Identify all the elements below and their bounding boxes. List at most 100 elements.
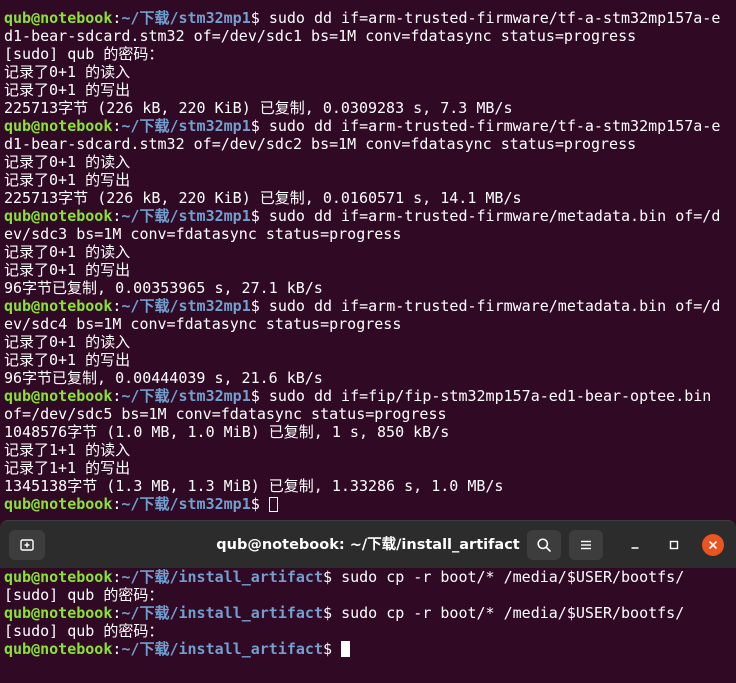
menu-button[interactable] (569, 530, 603, 560)
prompt-user: qub@notebook (4, 387, 113, 405)
terminal-output-top[interactable]: qub@notebook:~/下载/stm32mp1$ sudo dd if=a… (0, 9, 736, 517)
prompt-path: ~/下载/install_artifact (121, 568, 323, 586)
output-line: 记录了0+1 的写出 (4, 351, 736, 369)
prompt-line: qub@notebook:~/下载/install_artifact$ (4, 640, 736, 658)
prompt-line: qub@notebook:~/下载/stm32mp1$ (4, 495, 736, 513)
output-text: ev/sdc4 bs=1M conv=fdatasync status=prog… (4, 315, 402, 333)
prompt-line: qub@notebook:~/下载/stm32mp1$ sudo dd if=f… (4, 387, 736, 405)
output-line: 记录了0+1 的读入 (4, 63, 736, 81)
prompt-symbol: $ (323, 568, 342, 586)
new-tab-button[interactable] (9, 530, 45, 560)
output-text: 225713字节 (226 kB, 220 KiB) 已复制, 0.016057… (4, 189, 522, 207)
output-text: 记录了0+1 的写出 (4, 351, 131, 369)
prompt-line: qub@notebook:~/下载/stm32mp1$ sudo dd if=a… (4, 207, 736, 225)
output-text: 96字节已复制, 0.00353965 s, 27.1 kB/s (4, 279, 323, 297)
command-text: sudo cp -r boot/* /media/$USER/bootfs/ (341, 568, 685, 586)
output-line: d1-bear-sdcard.stm32 of=/dev/sdc2 bs=1M … (4, 135, 736, 153)
output-text: 记录了1+1 的读入 (4, 441, 131, 459)
output-text: 1048576字节 (1.0 MB, 1.0 MiB) 已复制, 1 s, 85… (4, 423, 450, 441)
output-text: 记录了0+1 的读入 (4, 333, 131, 351)
output-line: of=/dev/sdc5 bs=1M conv=fdatasync status… (4, 405, 736, 423)
prompt-path: ~/下载/stm32mp1 (121, 9, 251, 27)
output-line: 记录了0+1 的写出 (4, 81, 736, 99)
minimize-button[interactable] (624, 534, 646, 556)
hamburger-menu-icon (578, 537, 594, 553)
terminal-titlebar[interactable]: qub@notebook: ~/下载/install_artifact (0, 520, 736, 568)
output-line: 记录了1+1 的写出 (4, 459, 736, 477)
prompt-path: ~/下载/stm32mp1 (121, 387, 251, 405)
prompt-symbol: $ (323, 604, 342, 622)
output-text: 记录了0+1 的读入 (4, 243, 131, 261)
command-text: sudo dd if=arm-trusted-firmware/metadata… (268, 207, 721, 225)
prompt-line: qub@notebook:~/下载/stm32mp1$ sudo dd if=a… (4, 297, 736, 315)
prompt-user: qub@notebook (4, 568, 113, 586)
output-text: 记录了0+1 的写出 (4, 171, 131, 189)
prompt-user: qub@notebook (4, 207, 113, 225)
close-button[interactable] (702, 534, 724, 556)
output-text: 记录了1+1 的写出 (4, 459, 131, 477)
prompt-user: qub@notebook (4, 297, 113, 315)
prompt-user: qub@notebook (4, 604, 113, 622)
output-line: 记录了0+1 的读入 (4, 243, 736, 261)
output-text: 记录了0+1 的写出 (4, 81, 131, 99)
prompt-path: ~/下载/install_artifact (121, 640, 323, 658)
output-line: 记录了0+1 的读入 (4, 333, 736, 351)
prompt-path: ~/下载/stm32mp1 (121, 207, 251, 225)
output-text: of=/dev/sdc5 bs=1M conv=fdatasync status… (4, 405, 447, 423)
output-text: d1-bear-sdcard.stm32 of=/dev/sdc1 bs=1M … (4, 27, 637, 45)
command-text: sudo cp -r boot/* /media/$USER/bootfs/ (341, 604, 685, 622)
output-text: [sudo] qub 的密码： (4, 45, 164, 63)
prompt-symbol: $ (250, 207, 269, 225)
prompt-line: qub@notebook:~/下载/stm32mp1$ sudo dd if=a… (4, 9, 736, 27)
output-text: 记录了0+1 的写出 (4, 261, 131, 279)
output-line: ev/sdc3 bs=1M conv=fdatasync status=prog… (4, 225, 736, 243)
search-icon (536, 537, 552, 553)
command-text: sudo dd if=arm-trusted-firmware/tf-a-stm… (268, 9, 721, 27)
terminal-cursor (341, 641, 351, 657)
prompt-line: qub@notebook:~/下载/install_artifact$ sudo… (4, 568, 736, 586)
prompt-symbol: $ (250, 297, 269, 315)
prompt-symbol: $ (250, 495, 269, 513)
command-text: sudo dd if=arm-trusted-firmware/tf-a-stm… (268, 117, 721, 135)
output-line: 1345138字节 (1.3 MB, 1.3 MiB) 已复制, 1.33286… (4, 477, 736, 495)
prompt-symbol: $ (250, 387, 269, 405)
prompt-symbol: $ (250, 117, 269, 135)
prompt-path: ~/下载/install_artifact (121, 604, 323, 622)
output-line: 1048576字节 (1.0 MB, 1.0 MiB) 已复制, 1 s, 85… (4, 423, 736, 441)
output-line: 记录了0+1 的读入 (4, 153, 736, 171)
maximize-button[interactable] (663, 534, 685, 556)
minimize-icon (629, 539, 641, 551)
output-line: 225713字节 (226 kB, 220 KiB) 已复制, 0.016057… (4, 189, 736, 207)
output-line: d1-bear-sdcard.stm32 of=/dev/sdc1 bs=1M … (4, 27, 736, 45)
prompt-user: qub@notebook (4, 117, 113, 135)
prompt-user: qub@notebook (4, 9, 113, 27)
terminal-cursor (268, 497, 278, 512)
new-tab-icon (19, 537, 35, 553)
prompt-symbol: $ (323, 640, 342, 658)
terminal-output-bottom[interactable]: qub@notebook:~/下载/install_artifact$ sudo… (0, 568, 736, 683)
output-text: [sudo] qub 的密码： (4, 622, 164, 640)
prompt-path: ~/下载/stm32mp1 (121, 297, 251, 315)
output-text: 记录了0+1 的读入 (4, 63, 131, 81)
output-text: ev/sdc3 bs=1M conv=fdatasync status=prog… (4, 225, 402, 243)
command-text: sudo dd if=fip/fip-stm32mp157a-ed1-bear-… (268, 387, 712, 405)
output-line: ev/sdc4 bs=1M conv=fdatasync status=prog… (4, 315, 736, 333)
output-line: [sudo] qub 的密码： (4, 586, 736, 604)
search-button[interactable] (527, 530, 561, 560)
close-icon (707, 539, 719, 551)
prompt-user: qub@notebook (4, 495, 113, 513)
output-line: 96字节已复制, 0.00353965 s, 27.1 kB/s (4, 279, 736, 297)
maximize-icon (668, 539, 680, 551)
output-line: 记录了0+1 的写出 (4, 261, 736, 279)
prompt-line: qub@notebook:~/下载/install_artifact$ sudo… (4, 604, 736, 622)
output-line: [sudo] qub 的密码： (4, 622, 736, 640)
prompt-symbol: $ (250, 9, 269, 27)
output-text: 记录了0+1 的读入 (4, 153, 131, 171)
output-text: 225713字节 (226 kB, 220 KiB) 已复制, 0.030928… (4, 99, 513, 117)
output-line: 记录了0+1 的写出 (4, 171, 736, 189)
output-text: d1-bear-sdcard.stm32 of=/dev/sdc2 bs=1M … (4, 135, 637, 153)
output-line: 记录了1+1 的读入 (4, 441, 736, 459)
output-line: [sudo] qub 的密码： (4, 45, 736, 63)
output-text: [sudo] qub 的密码： (4, 586, 164, 604)
output-line: 225713字节 (226 kB, 220 KiB) 已复制, 0.030928… (4, 99, 736, 117)
